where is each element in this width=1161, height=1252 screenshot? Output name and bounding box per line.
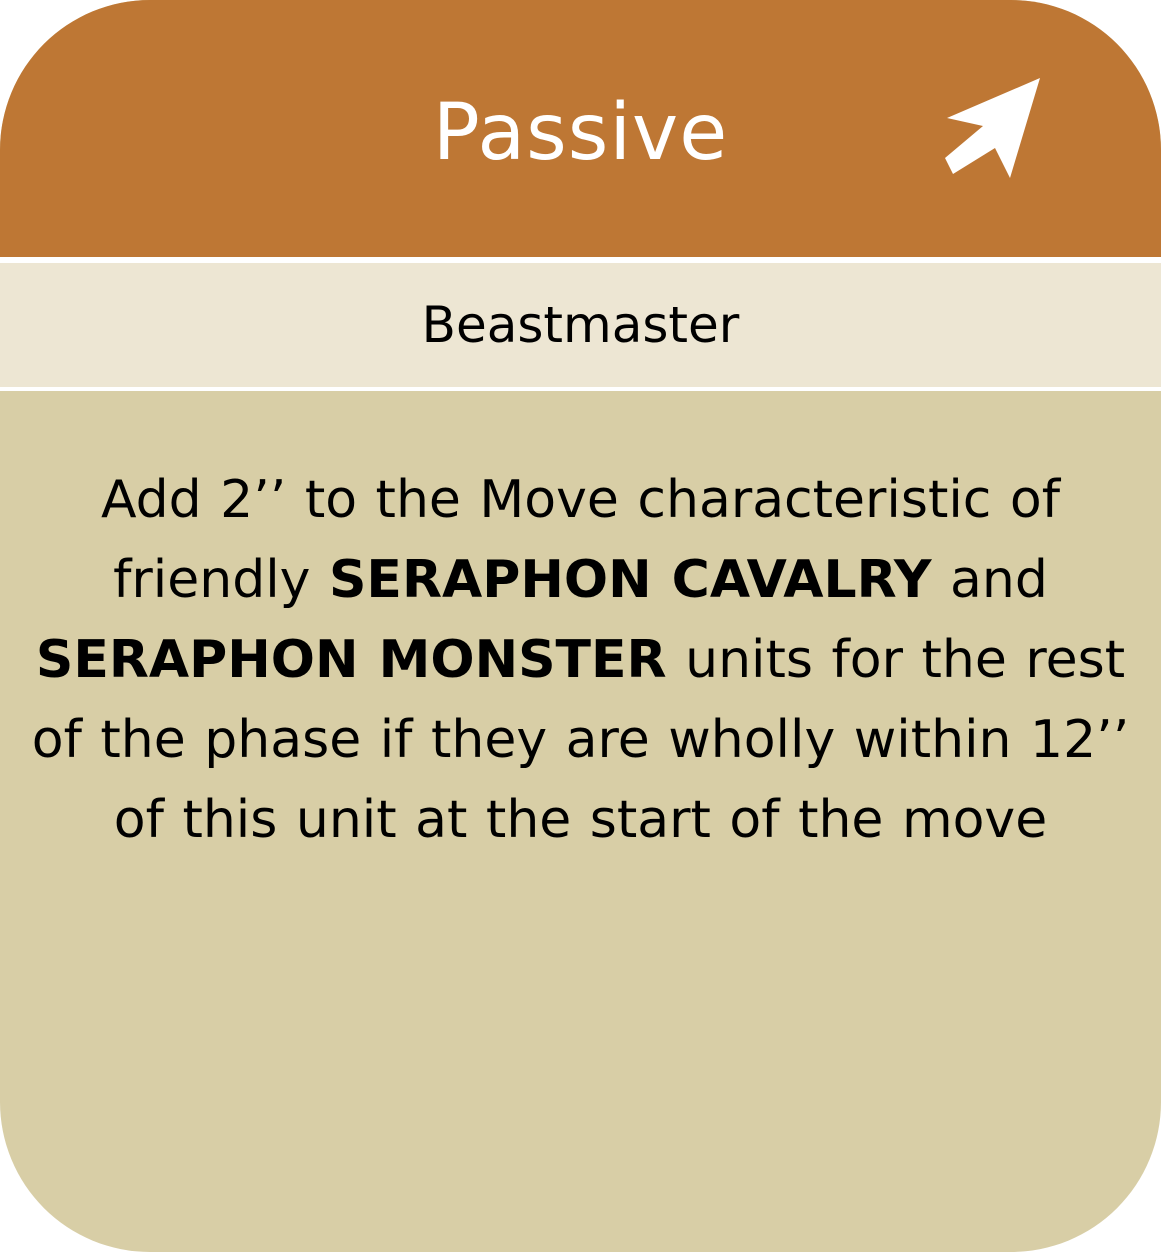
ability-name: Beastmaster bbox=[421, 296, 740, 354]
keyword-monster: SERAPHON MONSTER bbox=[35, 630, 667, 690]
ability-card: Passive Beastmaster Add 2’’ to the Move … bbox=[0, 0, 1161, 1252]
ability-description: Add 2’’ to the Move characteristic of fr… bbox=[10, 460, 1151, 860]
card-subheader: Beastmaster bbox=[0, 263, 1161, 387]
keyword-cavalry: SERAPHON CAVALRY bbox=[328, 550, 932, 610]
subheader-divider bbox=[0, 387, 1161, 391]
card-header: Passive bbox=[0, 0, 1161, 257]
arrow-up-right-icon bbox=[945, 78, 1040, 178]
description-text: and bbox=[931, 550, 1048, 610]
